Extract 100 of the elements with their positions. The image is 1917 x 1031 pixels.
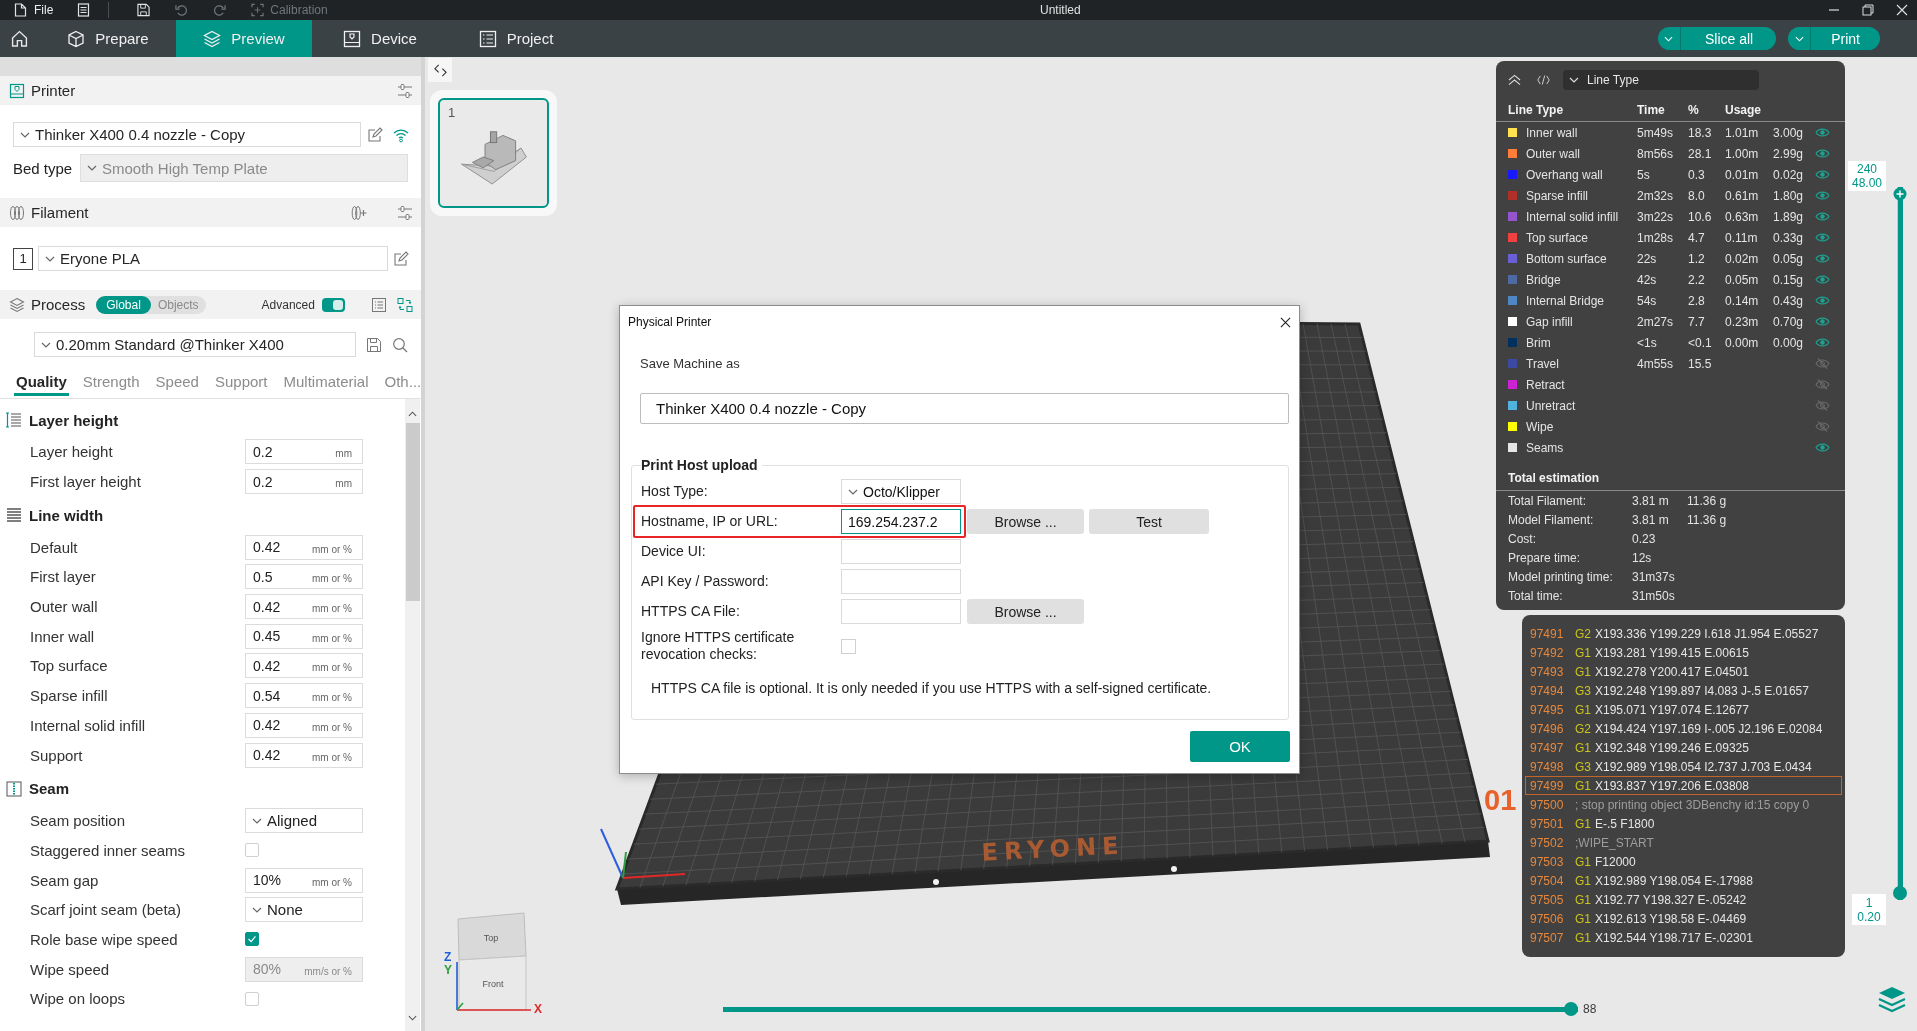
- settings-tab[interactable]: Strength: [80, 373, 142, 396]
- number-field[interactable]: 0.5 mm or %: [245, 564, 363, 590]
- slice-print-button[interactable]: Slice all: [1657, 27, 1777, 50]
- caret-icon: [41, 341, 51, 348]
- file-menu[interactable]: File: [14, 3, 54, 17]
- eye-icon[interactable]: [1815, 190, 1830, 201]
- total-value: 0.23: [1632, 531, 1657, 546]
- process-preset-select[interactable]: 0.20mm Standard @Thinker X400: [34, 332, 356, 357]
- eye-icon[interactable]: [1815, 148, 1830, 159]
- eye-icon[interactable]: [1815, 442, 1830, 453]
- restore-icon[interactable]: [1862, 4, 1874, 16]
- collapse-up-icon[interactable]: [1508, 74, 1521, 86]
- close-icon[interactable]: [1280, 316, 1291, 328]
- dropdown[interactable]: Aligned: [245, 808, 363, 834]
- number-field[interactable]: 0.42 mm or %: [245, 742, 363, 768]
- dialog-button[interactable]: Test: [1089, 509, 1209, 534]
- dialog-button[interactable]: Browse ...: [967, 509, 1084, 534]
- input-field[interactable]: [841, 599, 961, 624]
- preview-canvas[interactable]: [425, 57, 1917, 1031]
- number-field[interactable]: 10% mm or %: [245, 867, 363, 893]
- column-header: Usage: [1725, 103, 1763, 117]
- scroll-up-icon[interactable]: [408, 411, 417, 417]
- line-type-name: Unretract: [1526, 398, 1577, 413]
- checkbox[interactable]: [841, 638, 856, 654]
- input-field[interactable]: 169.254.237.2: [841, 509, 961, 534]
- eye-icon[interactable]: [1815, 295, 1830, 306]
- printer-name-field[interactable]: Thinker X400 0.4 nozzle - Copy: [640, 393, 1289, 424]
- view-cube[interactable]: [457, 912, 527, 1011]
- length-value: 1.01m: [1725, 125, 1760, 140]
- checkbox[interactable]: [245, 991, 259, 1006]
- search-icon[interactable]: [392, 336, 408, 353]
- input-field[interactable]: [841, 539, 961, 564]
- eye-icon[interactable]: [1815, 232, 1830, 243]
- sliders-icon[interactable]: [397, 82, 413, 99]
- eye-icon[interactable]: [1815, 169, 1830, 180]
- scroll-down-icon[interactable]: [408, 1015, 417, 1021]
- number-field[interactable]: 0.42 mm or %: [245, 534, 363, 560]
- percent-value: <0.1: [1688, 335, 1713, 350]
- swap-icon[interactable]: [397, 296, 413, 313]
- percent-value: 28.1: [1688, 146, 1713, 161]
- scope-tab[interactable]: Global: [96, 295, 151, 314]
- time-value: 54s: [1637, 293, 1658, 308]
- line-type-name: Outer wall: [1526, 146, 1582, 161]
- main-tab[interactable]: Prepare: [40, 20, 176, 57]
- input-field[interactable]: [841, 569, 961, 594]
- eye-icon[interactable]: [1815, 211, 1830, 222]
- checkbox[interactable]: [245, 843, 259, 858]
- scrollbar[interactable]: [405, 399, 420, 1031]
- add-spool-icon[interactable]: [351, 204, 367, 221]
- slice-print-button[interactable]: Print: [1788, 27, 1880, 50]
- number-field[interactable]: 0.2 mm: [245, 439, 363, 465]
- main-tab[interactable]: Device: [312, 20, 448, 57]
- settings-tab[interactable]: Quality: [14, 373, 69, 396]
- eye-off-icon[interactable]: [1815, 358, 1830, 369]
- lower-layer-thumb[interactable]: [1893, 886, 1907, 900]
- menu-icon[interactable]: [77, 3, 91, 17]
- eye-off-icon[interactable]: [1815, 421, 1830, 432]
- bed-hole-icon: [933, 879, 939, 885]
- main-tab[interactable]: Project: [448, 20, 584, 57]
- total-label: Model Filament:: [1508, 512, 1595, 527]
- weight-value: 3.00g: [1773, 125, 1805, 140]
- home-icon[interactable]: [11, 30, 28, 47]
- number-field[interactable]: 0.2 mm: [245, 469, 363, 495]
- unit-label: mm: [335, 448, 352, 460]
- dialog-button[interactable]: Browse ...: [967, 599, 1084, 624]
- dropdown[interactable]: None: [245, 897, 363, 923]
- code-icon[interactable]: [1537, 74, 1550, 86]
- eye-icon[interactable]: [1815, 337, 1830, 348]
- weight-value: 0.02g: [1773, 167, 1805, 182]
- list-icon[interactable]: [371, 296, 387, 313]
- eye-off-icon[interactable]: [1815, 379, 1830, 390]
- filament-select[interactable]: Eryone PLA: [38, 246, 388, 271]
- edit-icon[interactable]: [367, 126, 383, 143]
- number-field[interactable]: 0.42 mm or %: [245, 594, 363, 620]
- eye-icon[interactable]: [1815, 316, 1830, 327]
- length-value: 0.14m: [1725, 293, 1760, 308]
- plate-thumbnail[interactable]: 1: [438, 98, 549, 208]
- eye-icon[interactable]: [1815, 253, 1830, 264]
- host-type-select[interactable]: Octo/Klipper: [841, 479, 961, 504]
- sliders-icon[interactable]: [397, 204, 413, 221]
- sidebar-toggle-button[interactable]: [428, 58, 452, 82]
- upper-layer-thumb[interactable]: [1893, 187, 1907, 201]
- settings-tab[interactable]: Speed: [153, 373, 201, 396]
- number-field[interactable]: 0.45 mm or %: [245, 623, 363, 649]
- eye-off-icon[interactable]: [1815, 400, 1830, 411]
- number-field[interactable]: 0.42 mm or %: [245, 653, 363, 679]
- layers-icon[interactable]: [1877, 985, 1907, 1015]
- eye-icon[interactable]: [1815, 127, 1830, 138]
- advanced-toggle[interactable]: [321, 297, 345, 312]
- number-field[interactable]: 0.54 mm or %: [245, 683, 363, 709]
- number-field[interactable]: 0.42 mm or %: [245, 712, 363, 738]
- edit-icon[interactable]: [393, 250, 409, 267]
- move-slider-thumb[interactable]: [1564, 1002, 1578, 1016]
- gcode-line: 97507 G1 X192.544 Y198.717 E-.02301: [1529, 929, 1754, 947]
- ok-button[interactable]: OK: [1190, 731, 1290, 762]
- scrollbar-thumb[interactable]: [405, 423, 420, 601]
- eye-icon[interactable]: [1815, 274, 1830, 285]
- view-mode-select[interactable]: Line Type: [1563, 70, 1759, 90]
- printer-select[interactable]: Thinker X400 0.4 nozzle - Copy: [13, 122, 361, 147]
- checkbox[interactable]: [245, 932, 259, 947]
